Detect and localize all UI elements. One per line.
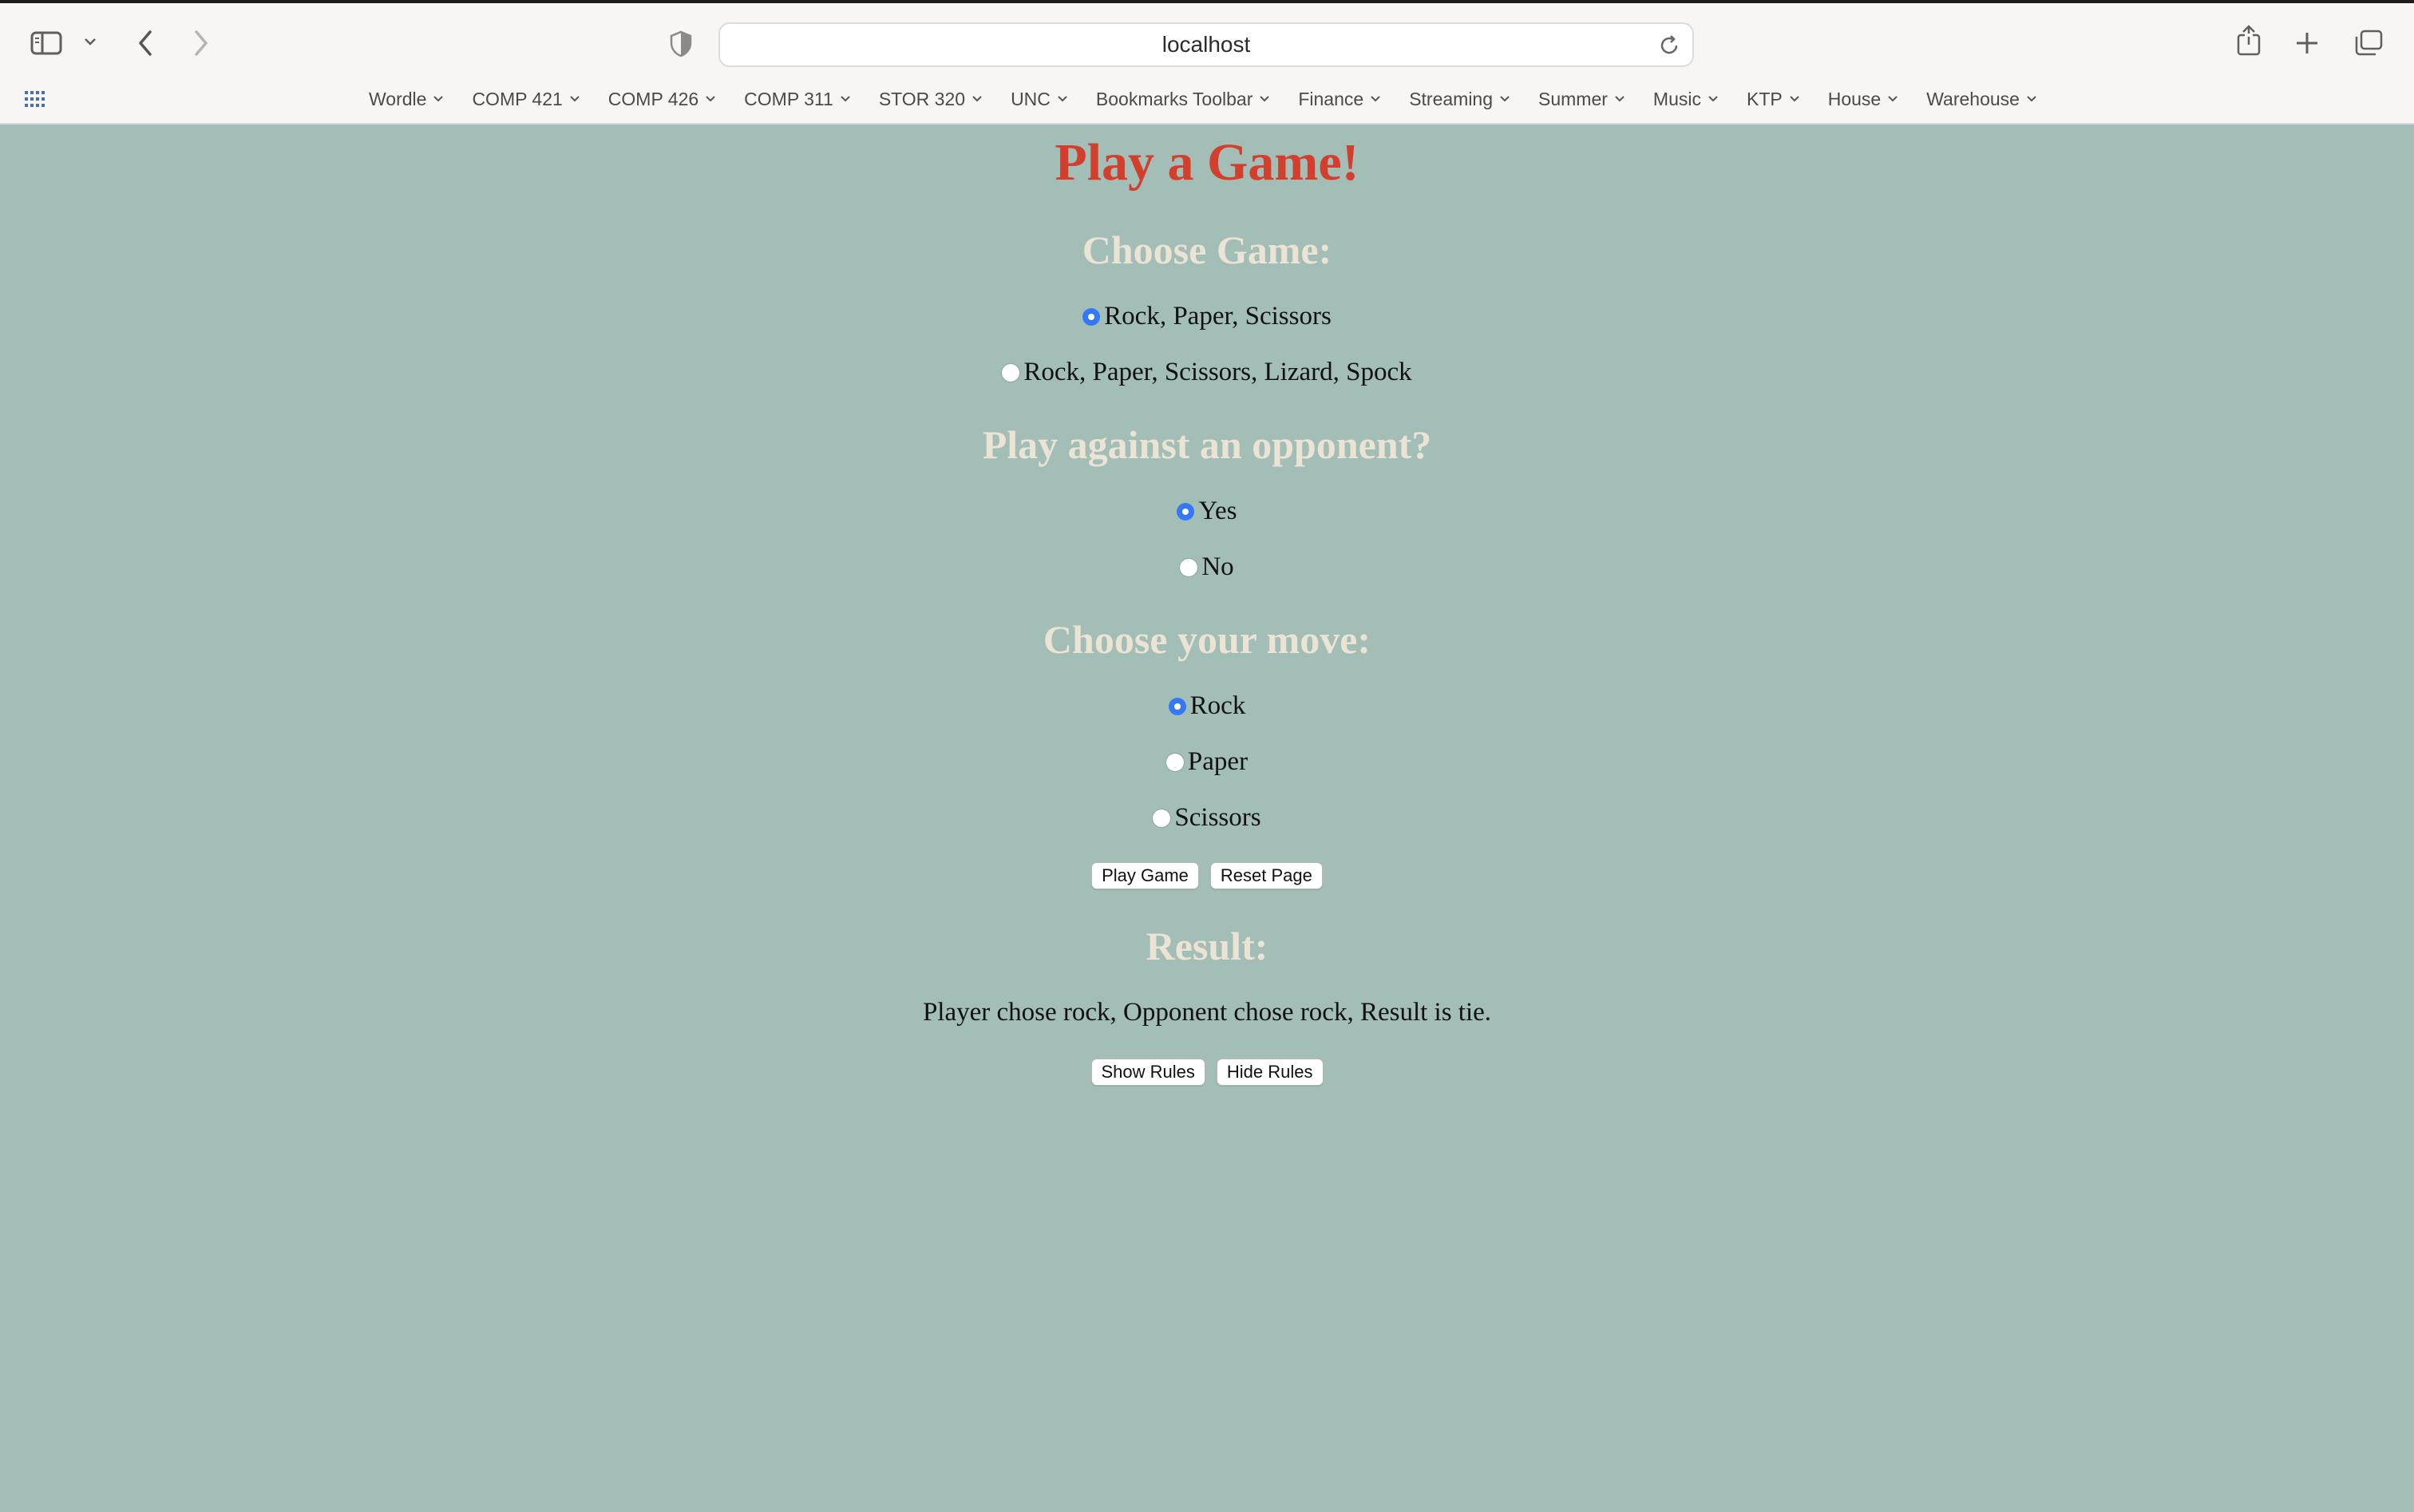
game-option-label: Rock, Paper, Scissors, Lizard, Spock	[1023, 358, 1412, 386]
url-text: localhost	[1161, 32, 1251, 57]
move-heading: Choose your move:	[1043, 617, 1371, 662]
chevron-down-icon	[433, 95, 444, 103]
chevron-down-icon	[1499, 95, 1510, 103]
bookmark-label: UNC	[1011, 88, 1051, 109]
chevron-down-icon	[1370, 95, 1381, 103]
opponent-heading: Play against an opponent?	[982, 422, 1432, 467]
tab-overview-icon	[2353, 29, 2384, 57]
hide-rules-button[interactable]: Hide Rules	[1216, 1059, 1324, 1086]
chevron-down-icon	[1708, 95, 1719, 103]
bookmark-folder[interactable]: Bookmarks Toolbar	[1096, 89, 1270, 110]
move-radio-rock[interactable]	[1168, 697, 1186, 715]
game-option-rpsls[interactable]: Rock, Paper, Scissors, Lizard, Spock	[0, 358, 2414, 387]
bookmark-folder[interactable]: COMP 421	[472, 89, 580, 110]
page-title: Play a Game!	[1055, 133, 1359, 192]
bookmark-folder[interactable]: Wordle	[369, 89, 444, 110]
address-bar[interactable]: localhost	[718, 22, 1694, 67]
move-option-label: Paper	[1187, 747, 1249, 776]
bookmark-folder[interactable]: STOR 320	[879, 89, 983, 110]
move-option-label: Scissors	[1174, 803, 1261, 832]
bookmark-label: Warehouse	[1926, 88, 2020, 109]
bookmark-folder[interactable]: KTP	[1747, 89, 1800, 110]
move-radio-scissors[interactable]	[1153, 809, 1171, 827]
opponent-option-yes[interactable]: Yes	[0, 497, 2414, 526]
sidebar-toggle-button[interactable]	[30, 30, 62, 56]
opponent-option-no[interactable]: No	[0, 552, 2414, 582]
move-option-rock[interactable]: Rock	[0, 691, 2414, 721]
forward-button[interactable]	[192, 29, 211, 57]
chevron-down-icon	[705, 95, 716, 103]
bookmarks-list: Wordle COMP 421 COMP 426 COMP 311 STOR 320 UN…	[369, 80, 2065, 118]
bookmarks-bar: Wordle COMP 421 COMP 426 COMP 311 STOR 320 UN…	[0, 80, 2414, 118]
result-heading: Result:	[1146, 924, 1268, 968]
bookmark-label: Wordle	[369, 88, 427, 109]
bookmark-label: STOR 320	[878, 88, 966, 109]
move-option-label: Rock	[1189, 691, 1246, 720]
chevron-down-icon	[2026, 95, 2037, 103]
chevron-down-icon	[840, 95, 851, 103]
bookmark-label: Bookmarks Toolbar	[1095, 88, 1253, 109]
game-option-label: Rock, Paper, Scissors	[1104, 302, 1332, 331]
bookmark-label: Summer	[1538, 88, 1608, 109]
chevron-down-icon	[1259, 95, 1270, 103]
show-rules-button[interactable]: Show Rules	[1090, 1059, 1205, 1086]
bookmark-label: Finance	[1298, 88, 1364, 109]
move-radio-paper[interactable]	[1165, 753, 1184, 771]
bookmark-label: Streaming	[1409, 88, 1494, 109]
bookmark-label: KTP	[1746, 88, 1783, 109]
bookmark-folder[interactable]: Music	[1653, 89, 1719, 110]
chevron-down-icon	[972, 95, 983, 103]
privacy-shield-icon	[669, 30, 693, 57]
chevron-down-icon	[1789, 95, 1800, 103]
bookmark-folder[interactable]: Warehouse	[1926, 89, 2037, 110]
new-tab-icon	[2294, 30, 2320, 56]
game-radio-rpsls[interactable]	[1002, 363, 1020, 382]
share-icon	[2235, 24, 2262, 57]
bookmark-folder[interactable]: UNC	[1011, 89, 1068, 110]
privacy-report-button[interactable]	[669, 30, 693, 57]
game-option-rps[interactable]: Rock, Paper, Scissors	[0, 302, 2414, 331]
share-button[interactable]	[2235, 24, 2262, 57]
chevron-down-icon	[83, 37, 97, 46]
bookmark-folder[interactable]: Finance	[1298, 89, 1381, 110]
result-text: Player chose rock, Opponent chose rock, …	[922, 998, 1492, 1027]
rules-button-row: Show Rules Hide Rules	[0, 1059, 2414, 1086]
browser-toolbar: localhost Wordle COMP 421 COMP 426 COMP …	[0, 0, 2414, 125]
back-button[interactable]	[136, 29, 155, 57]
play-game-button[interactable]: Play Game	[1091, 862, 1199, 889]
chevron-down-icon	[1887, 95, 1898, 103]
chevron-down-icon	[1057, 95, 1068, 103]
opponent-radio-yes[interactable]	[1177, 502, 1195, 520]
game-radio-rps[interactable]	[1082, 307, 1101, 326]
chevron-down-icon	[569, 95, 580, 103]
move-option-scissors[interactable]: Scissors	[0, 803, 2414, 833]
forward-icon	[192, 29, 211, 57]
opponent-option-label: No	[1201, 552, 1234, 581]
reset-page-button[interactable]: Reset Page	[1209, 862, 1323, 889]
bookmark-folder[interactable]: COMP 426	[608, 89, 716, 110]
bookmark-folder[interactable]: House	[1828, 89, 1898, 110]
bookmark-label: Music	[1652, 88, 1701, 109]
opponent-radio-no[interactable]	[1180, 558, 1198, 576]
new-tab-button[interactable]	[2294, 30, 2320, 56]
bookmark-label: COMP 311	[744, 88, 833, 109]
apps-grid-icon[interactable]	[24, 89, 46, 113]
opponent-option-label: Yes	[1198, 497, 1237, 525]
tab-overview-button[interactable]	[2353, 29, 2384, 57]
chevron-down-icon	[1614, 95, 1625, 103]
bookmark-label: COMP 421	[472, 88, 563, 109]
game-button-row: Play Game Reset Page	[0, 862, 2414, 889]
bookmark-folder[interactable]: COMP 311	[744, 89, 851, 110]
bookmark-folder[interactable]: Streaming	[1409, 89, 1510, 110]
sidebar-menu-button[interactable]	[83, 37, 97, 46]
bookmark-label: House	[1827, 88, 1882, 109]
bookmark-folder[interactable]: Summer	[1538, 89, 1625, 110]
sidebar-icon	[30, 30, 62, 56]
move-option-paper[interactable]: Paper	[0, 747, 2414, 777]
bookmark-label: COMP 426	[607, 88, 699, 109]
reload-icon[interactable]	[1657, 34, 1681, 61]
choose-game-heading: Choose Game:	[1082, 228, 1332, 272]
back-icon	[136, 29, 155, 57]
